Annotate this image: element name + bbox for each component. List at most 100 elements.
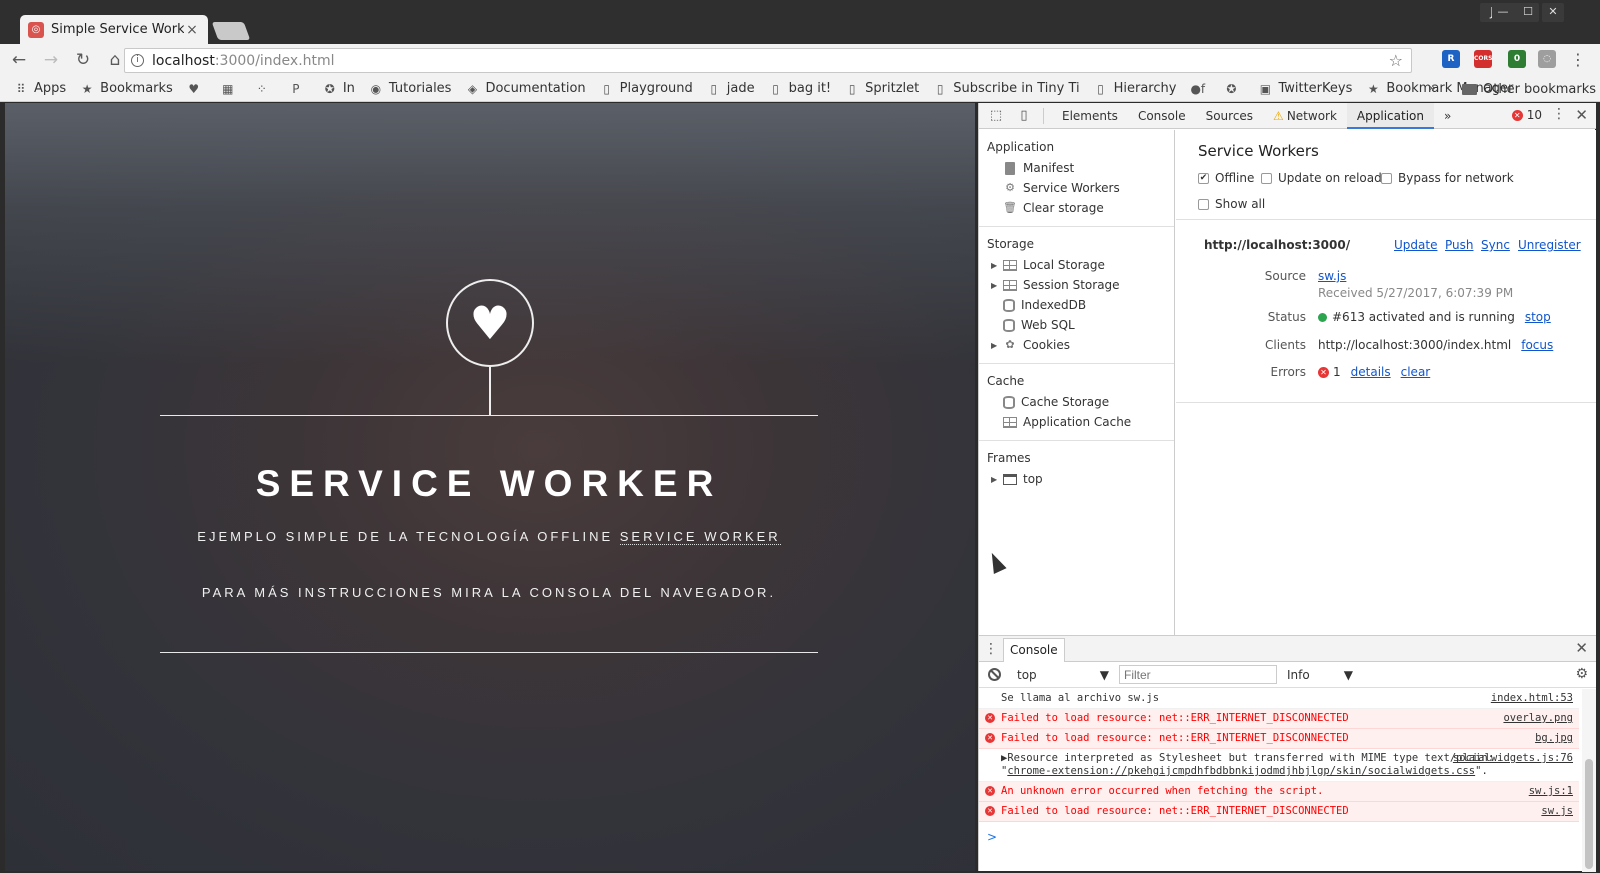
bookmark-item[interactable]: ✪ <box>1224 82 1244 96</box>
clear-link[interactable]: clear <box>1401 365 1431 379</box>
reload-button[interactable]: ↻ <box>70 47 96 73</box>
bookmarks-overflow-icon[interactable]: » <box>1428 76 1436 102</box>
update-link[interactable]: Update <box>1394 238 1437 252</box>
sidebar-item-session-storage[interactable]: ▶ Session Storage <box>979 275 1174 295</box>
bookmark-item[interactable]: P <box>289 82 309 96</box>
bookmark-item[interactable]: ✪ In <box>323 81 355 96</box>
bookmark-item[interactable]: ★ Bookmarks <box>80 81 173 96</box>
forward-button[interactable]: → <box>38 47 64 73</box>
maximize-button[interactable]: ☐ <box>1517 3 1539 22</box>
tab-elements[interactable]: Elements <box>1052 103 1128 129</box>
devtools-menu-icon[interactable]: ⋮ <box>1552 106 1566 122</box>
tab-application[interactable]: Application <box>1346 102 1434 129</box>
extension-r-icon[interactable]: R <box>1442 50 1460 68</box>
bookmark-item[interactable]: ▣ TwitterKeys <box>1258 81 1353 96</box>
browser-menu-icon[interactable]: ⋮ <box>1570 49 1586 71</box>
stop-link[interactable]: stop <box>1525 310 1551 324</box>
message-source-link[interactable]: bg.jpg <box>1535 732 1573 745</box>
expand-arrow-icon[interactable]: ▶ <box>991 341 1003 350</box>
sync-link[interactable]: Sync <box>1481 238 1510 252</box>
tab-close-icon[interactable]: × <box>184 22 200 38</box>
tab-console[interactable]: Console <box>1128 103 1196 129</box>
bookmark-item[interactable]: ⠿ Apps <box>14 81 67 96</box>
bypass-network-checkbox[interactable]: Bypass for network <box>1381 171 1514 185</box>
error-counter[interactable]: ✕ 10 <box>1511 108 1542 122</box>
devtools-close-icon[interactable]: ✕ <box>1575 106 1588 124</box>
offline-checkbox[interactable]: ✔ Offline <box>1198 171 1254 185</box>
update-on-reload-checkbox[interactable]: Update on reload <box>1261 171 1382 185</box>
bookmark-item[interactable]: ◉ Tutoriales <box>369 81 452 96</box>
message-source-link[interactable]: sw.js:1 <box>1529 785 1573 798</box>
message-inline-link[interactable]: chrome-extension://pkehgijcmpdhfbdbbnkij… <box>1007 765 1475 777</box>
extension-badge-icon[interactable]: 0 <box>1508 50 1526 68</box>
source-file-link[interactable]: sw.js <box>1318 269 1346 283</box>
back-button[interactable]: ← <box>6 47 32 73</box>
sidebar-item-application-cache[interactable]: Application Cache <box>979 412 1174 432</box>
new-tab-button[interactable] <box>211 22 251 40</box>
clients-label: Clients <box>1265 338 1306 352</box>
drawer-close-icon[interactable]: ✕ <box>1575 639 1588 657</box>
drawer-tab-console[interactable]: Console <box>1003 637 1065 662</box>
console-settings-icon[interactable]: ⚙ <box>1575 666 1588 682</box>
message-source-link[interactable]: overlay.png <box>1503 712 1573 725</box>
close-window-button[interactable]: ✕ <box>1542 3 1564 22</box>
device-toolbar-icon[interactable]: ▯ <box>1013 105 1035 127</box>
service-worker-link[interactable]: SERVICE WORKER <box>619 529 781 545</box>
expand-arrow-icon[interactable]: ▶ <box>991 261 1003 270</box>
bookmark-item[interactable]: ▯ bag it! <box>769 81 831 96</box>
browser-tab[interactable]: ◎ Simple Service Worker × <box>20 15 208 44</box>
console-scrollbar[interactable] <box>1582 689 1596 872</box>
bookmark-label: Playground <box>619 81 693 96</box>
extension-cors-icon[interactable]: CORS <box>1474 50 1492 68</box>
bookmark-item[interactable]: ▯ Subscribe in Tiny Ti <box>933 81 1080 96</box>
context-select[interactable]: top ▼ <box>1017 668 1109 682</box>
message-source-link[interactable]: socialwidgets.js:76 <box>1453 752 1573 765</box>
show-all-checkbox[interactable]: Show all <box>1198 197 1265 211</box>
bookmark-item[interactable]: ▯ Hierarchy <box>1094 81 1176 96</box>
info-icon[interactable]: i <box>131 54 144 67</box>
tab-network[interactable]: ⚠ Network <box>1263 103 1347 129</box>
sidebar-item-manifest[interactable]: Manifest <box>979 158 1174 178</box>
sidebar-item-indexeddb[interactable]: IndexedDB <box>979 295 1174 315</box>
console-filter-input[interactable] <box>1119 665 1277 684</box>
bookmark-item[interactable]: ◈ Documentation <box>465 81 586 96</box>
unregister-link[interactable]: Unregister <box>1518 238 1581 252</box>
message-source-link[interactable]: sw.js <box>1541 805 1573 818</box>
bookmark-item[interactable]: ▯ Spritzlet <box>845 81 919 96</box>
sidebar-item-local-storage[interactable]: ▶ Local Storage <box>979 255 1174 275</box>
page-icon: ▯ <box>936 81 944 96</box>
message-source-link[interactable]: index.html:53 <box>1491 692 1573 705</box>
tab-title: Simple Service Worker <box>51 22 184 37</box>
sidebar-item-top-frame[interactable]: ▶ top <box>979 469 1174 489</box>
clear-console-icon[interactable] <box>988 668 1001 681</box>
bookmark-item[interactable]: ●f <box>1190 82 1210 96</box>
sidebar-item-clear-storage[interactable]: 🗑 Clear storage <box>979 198 1174 218</box>
inspect-element-icon[interactable]: ⬚ <box>985 105 1007 127</box>
bookmark-item[interactable]: ▦ <box>221 82 241 96</box>
minimize-button[interactable]: — <box>1492 3 1514 22</box>
sidebar-item-service-workers[interactable]: ⚙ Service Workers <box>979 178 1174 198</box>
expand-arrow-icon[interactable]: ▶ <box>991 475 1003 484</box>
sidebar-item-cache-storage[interactable]: Cache Storage <box>979 392 1174 412</box>
focus-link[interactable]: focus <box>1521 338 1553 352</box>
bookmark-item[interactable]: ♥ <box>187 82 207 96</box>
context-value: top <box>1017 667 1037 682</box>
details-link[interactable]: details <box>1351 365 1391 379</box>
tab-sources[interactable]: Sources <box>1196 103 1263 129</box>
bookmark-item[interactable]: ⁘ <box>255 82 275 96</box>
more-tabs-icon[interactable]: » <box>1434 103 1461 129</box>
sidebar-item-web-sql[interactable]: Web SQL <box>979 315 1174 335</box>
bookmark-item[interactable]: ▯ jade <box>707 81 754 96</box>
push-link[interactable]: Push <box>1445 238 1474 252</box>
extension-circle-icon[interactable]: ◌ <box>1538 50 1556 68</box>
scrollbar-thumb[interactable] <box>1585 759 1593 869</box>
console-prompt[interactable]: > <box>987 830 997 844</box>
address-bar[interactable]: i localhost:3000/index.html ☆ <box>124 48 1412 73</box>
bookmark-star-icon[interactable]: ☆ <box>1389 51 1403 70</box>
bookmark-item[interactable]: ▯ Playground <box>600 81 693 96</box>
drawer-menu-icon[interactable]: ⋮ <box>979 641 1003 657</box>
other-bookmarks-folder[interactable]: Other bookmarks <box>1462 76 1596 102</box>
log-level-select[interactable]: Info ▼ <box>1287 668 1353 682</box>
expand-arrow-icon[interactable]: ▶ <box>991 281 1003 290</box>
sidebar-item-cookies[interactable]: ▶ ✿ Cookies <box>979 335 1174 355</box>
